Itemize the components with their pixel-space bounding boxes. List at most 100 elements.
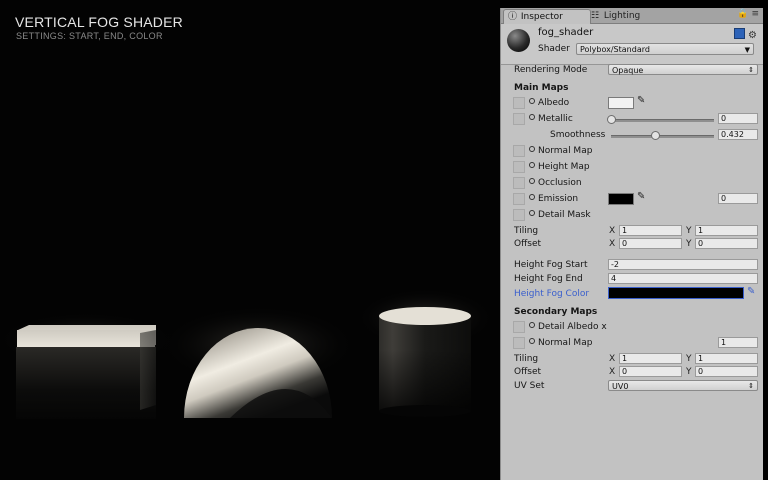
uv-set-dropdown[interactable]: UV0 ⇕: [608, 380, 758, 391]
inspector-panel: ⓘ Inspector ☷ Lighting 🔒 ≡ fog_shader ⚙ …: [500, 8, 763, 480]
scene-view: VERTICAL FOG SHADER SETTINGS: START, END…: [0, 0, 500, 480]
secondary-normal-texture-slot[interactable]: [513, 337, 525, 349]
secondary-normal-value-field[interactable]: 1: [718, 337, 758, 348]
tiling-x-axis-label: X: [609, 226, 616, 236]
cylinder-object: [379, 307, 471, 417]
tab-inspector[interactable]: ⓘ Inspector: [503, 9, 591, 24]
material-name: fog_shader: [538, 27, 594, 38]
tab-inspector-label: Inspector: [520, 12, 563, 22]
height-fog-color-swatch[interactable]: [608, 287, 744, 299]
tab-lighting[interactable]: ☷ Lighting: [587, 9, 661, 23]
emission-row: Emission: [529, 194, 578, 204]
main-maps-title: Main Maps: [514, 83, 569, 93]
detail-mask-row: Detail Mask: [529, 210, 591, 220]
metallic-slider-handle[interactable]: [607, 115, 616, 124]
height-map-label: Height Map: [538, 162, 590, 172]
albedo-label: Albedo: [538, 98, 570, 108]
albedo-color-swatch[interactable]: [608, 97, 634, 109]
tiling-x-field[interactable]: 1: [619, 225, 682, 236]
offset-label: Offset: [514, 239, 542, 249]
height-fog-color-label: Height Fog Color: [514, 289, 590, 299]
emission-texture-slot[interactable]: [513, 193, 525, 205]
secondary-offset-label: Offset: [514, 367, 542, 377]
uv-set-value: UV0: [612, 382, 629, 391]
height-fog-start-label: Height Fog Start: [514, 260, 588, 270]
lock-icon[interactable]: 🔒: [737, 9, 748, 19]
lighting-icon: ☷: [591, 11, 600, 21]
metallic-texture-slot[interactable]: [513, 113, 525, 125]
occlusion-picker-dot-icon[interactable]: [529, 178, 535, 184]
info-icon: ⓘ: [508, 12, 518, 22]
secondary-tiling-x-field[interactable]: 1: [619, 353, 682, 364]
height-fog-end-field[interactable]: 4: [608, 273, 758, 284]
rendering-mode-dropdown[interactable]: Opaque ⇕: [608, 64, 758, 75]
offset-y-axis-label: Y: [686, 239, 692, 249]
secondary-offset-y-axis-label: Y: [686, 367, 692, 377]
help-book-icon[interactable]: [733, 28, 745, 39]
normal-map-row: Normal Map: [529, 146, 592, 156]
normal-map-label: Normal Map: [538, 146, 593, 156]
height-fog-end-label: Height Fog End: [514, 274, 583, 284]
metallic-value-field[interactable]: 0: [718, 113, 758, 124]
chevron-down-icon: ▼: [744, 46, 750, 54]
shader-value: Polybox/Standard: [580, 45, 650, 54]
height-map-texture-slot[interactable]: [513, 161, 525, 173]
height-fog-start-field[interactable]: -2: [608, 259, 758, 270]
secondary-offset-y-field[interactable]: 0: [695, 366, 758, 377]
metallic-slider[interactable]: [611, 119, 714, 122]
scene-objects: [0, 288, 495, 419]
menu-icon[interactable]: ≡: [751, 9, 759, 19]
material-header: fog_shader ⚙ Shader Polybox/Standard ▼: [501, 24, 763, 65]
offset-y-field[interactable]: 0: [695, 238, 758, 249]
detail-albedo-label: Detail Albedo x: [538, 322, 607, 332]
albedo-texture-slot[interactable]: [513, 97, 525, 109]
albedo-picker-dot-icon[interactable]: [529, 98, 535, 104]
normal-map-texture-slot[interactable]: [513, 145, 525, 157]
secondary-normal-row: Normal Map: [529, 338, 592, 348]
updown-arrows-icon: ⇕: [748, 66, 754, 74]
normal-map-picker-dot-icon[interactable]: [529, 146, 535, 152]
rendering-mode-value: Opaque: [612, 66, 644, 75]
detail-albedo-picker-dot-icon[interactable]: [529, 322, 535, 328]
secondary-offset-x-axis-label: X: [609, 367, 616, 377]
tiling-label: Tiling: [514, 226, 539, 236]
secondary-normal-picker-dot-icon[interactable]: [529, 338, 535, 344]
smoothness-value-field[interactable]: 0.432: [718, 129, 758, 140]
rendering-mode-label: Rendering Mode: [514, 65, 588, 75]
secondary-tiling-y-axis-label: Y: [686, 354, 692, 364]
shader-label: Shader: [538, 44, 570, 54]
metallic-picker-dot-icon[interactable]: [529, 114, 535, 120]
offset-x-axis-label: X: [609, 239, 616, 249]
metallic-label: Metallic: [538, 114, 573, 124]
detail-mask-picker-dot-icon[interactable]: [529, 210, 535, 216]
secondary-tiling-y-field[interactable]: 1: [695, 353, 758, 364]
tiling-y-field[interactable]: 1: [695, 225, 758, 236]
height-map-row: Height Map: [529, 162, 590, 172]
offset-x-field[interactable]: 0: [619, 238, 682, 249]
secondary-normal-label: Normal Map: [538, 338, 593, 348]
shader-dropdown[interactable]: Polybox/Standard ▼: [576, 43, 754, 55]
emission-label: Emission: [538, 194, 579, 204]
secondary-tiling-x-axis-label: X: [609, 354, 616, 364]
uv-set-label: UV Set: [514, 381, 545, 391]
emission-picker-dot-icon[interactable]: [529, 194, 535, 200]
detail-mask-texture-slot[interactable]: [513, 209, 525, 221]
occlusion-texture-slot[interactable]: [513, 177, 525, 189]
gear-icon[interactable]: ⚙: [748, 30, 757, 41]
smoothness-slider[interactable]: [611, 135, 714, 138]
eyedropper-icon[interactable]: ✎: [747, 286, 755, 297]
emission-color-swatch[interactable]: [608, 193, 634, 205]
eyedropper-icon[interactable]: ✎: [637, 191, 645, 202]
detail-mask-label: Detail Mask: [538, 210, 591, 220]
eyedropper-icon[interactable]: ✎: [637, 95, 645, 106]
height-map-picker-dot-icon[interactable]: [529, 162, 535, 168]
secondary-offset-x-field[interactable]: 0: [619, 366, 682, 377]
detail-albedo-texture-slot[interactable]: [513, 321, 525, 333]
material-preview-icon: [507, 29, 530, 52]
emission-value-field[interactable]: 0: [718, 193, 758, 204]
detail-albedo-row: Detail Albedo x: [529, 322, 607, 332]
occlusion-row: Occlusion: [529, 178, 582, 188]
smoothness-slider-handle[interactable]: [651, 131, 661, 140]
occlusion-label: Occlusion: [538, 178, 582, 188]
secondary-maps-title: Secondary Maps: [514, 307, 598, 317]
